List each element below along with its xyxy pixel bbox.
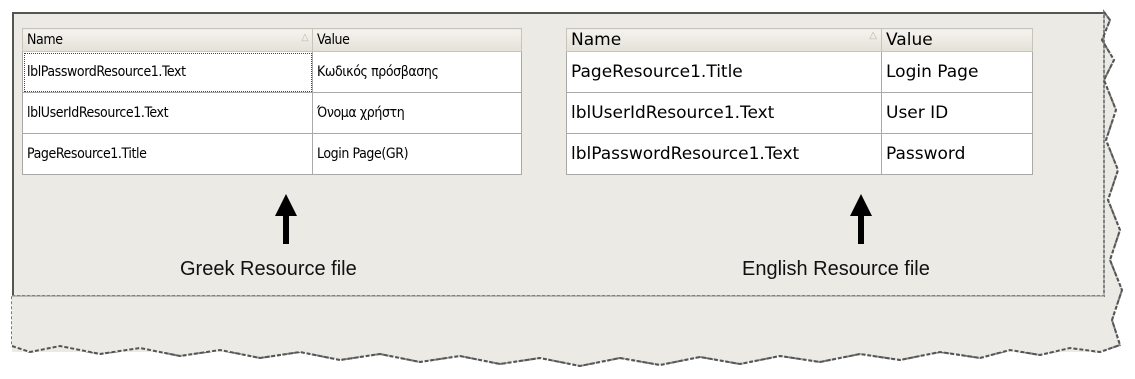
up-arrow-icon xyxy=(275,194,297,244)
up-arrow-icon xyxy=(850,194,872,244)
english-resource-caption: English Resource file xyxy=(742,258,930,280)
name-cell[interactable]: lblUserIdResource1.Text xyxy=(566,92,882,134)
greek-resource-grid: Name △ Value lblPasswordResource1.Text Κω… xyxy=(22,28,522,175)
name-column-header[interactable]: Name △ xyxy=(566,28,882,52)
value-cell[interactable]: User ID xyxy=(881,92,1033,134)
greek-resource-caption: Greek Resource file xyxy=(180,258,357,280)
grid-header-row: Name △ Value xyxy=(566,28,1033,52)
value-cell[interactable]: Κωδικός πρόσβασης xyxy=(312,51,522,93)
name-cell[interactable]: PageResource1.Title xyxy=(566,51,882,93)
name-cell[interactable]: lblUserIdResource1.Text xyxy=(22,92,313,134)
name-cell[interactable]: lblPasswordResource1.Text xyxy=(566,133,882,175)
value-column-header[interactable]: Value xyxy=(881,28,1033,52)
name-column-header[interactable]: Name △ xyxy=(22,28,313,52)
value-cell[interactable]: Password xyxy=(881,133,1033,175)
screenshot-frame: Name △ Value lblPasswordResource1.Text Κω… xyxy=(0,0,1135,379)
table-row[interactable]: lblPasswordResource1.Text Κωδικός πρόσβα… xyxy=(22,51,522,93)
table-row[interactable]: PageResource1.Title Login Page xyxy=(566,51,1033,93)
value-cell[interactable]: Login Page xyxy=(881,51,1033,93)
name-cell[interactable]: PageResource1.Title xyxy=(22,133,313,175)
grid-header-row: Name △ Value xyxy=(22,28,522,52)
value-cell[interactable]: Όνομα χρήστη xyxy=(312,92,522,134)
name-cell[interactable]: lblPasswordResource1.Text xyxy=(22,51,313,93)
table-row[interactable]: PageResource1.Title Login Page(GR) xyxy=(22,133,522,175)
value-cell[interactable]: Login Page(GR) xyxy=(312,133,522,175)
table-row[interactable]: lblPasswordResource1.Text Password xyxy=(566,133,1033,175)
table-row[interactable]: lblUserIdResource1.Text Όνομα χρήστη xyxy=(22,92,522,134)
value-column-header[interactable]: Value xyxy=(312,28,522,52)
table-row[interactable]: lblUserIdResource1.Text User ID xyxy=(566,92,1033,134)
english-resource-grid: Name △ Value PageResource1.Title Login Pa… xyxy=(566,28,1033,175)
sort-ascending-icon: △ xyxy=(869,30,877,41)
sort-ascending-icon: △ xyxy=(301,32,308,43)
